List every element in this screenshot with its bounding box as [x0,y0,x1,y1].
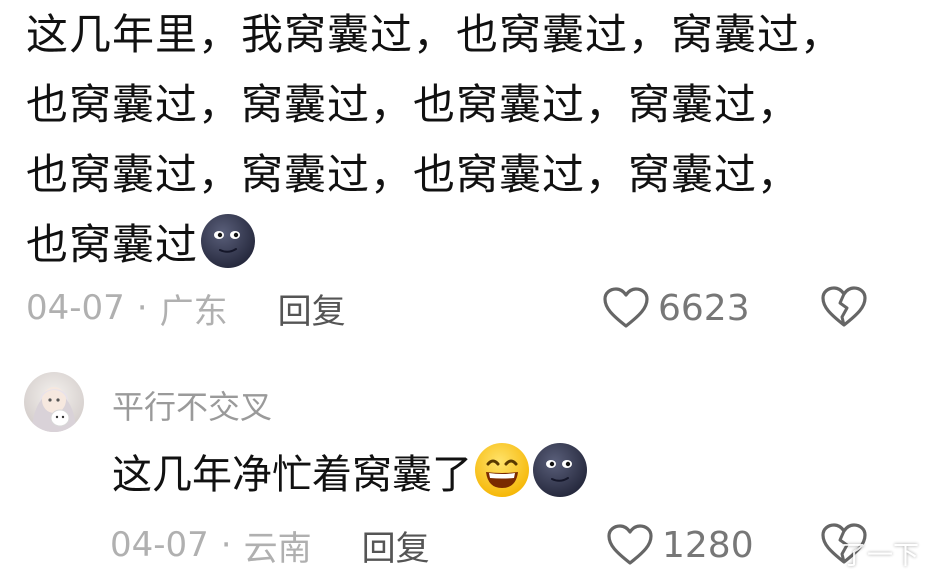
watermark-text: 了一下 [840,541,919,571]
comment-line: 也窝囊过，窝囊过，也窝囊过，窝囊过， [26,150,801,199]
meta-separator: · [136,288,148,328]
grinning-face-icon [475,443,529,497]
like-count: 6623 [658,287,750,329]
avatar[interactable] [24,372,84,432]
reply-button[interactable]: 回复 [362,521,430,570]
like-button[interactable]: 1280 [606,520,754,570]
new-moon-face-icon [201,214,256,268]
comment-text: 这几年里，我窝囊过，也窝囊过，窝囊过， 也窝囊过，窝囊过，也窝囊过，窝囊过， 也… [26,0,906,280]
comment-line-last: 也窝囊过 [26,210,906,280]
comment-line: 也窝囊过，窝囊过，也窝囊过，窝囊过， [26,80,801,129]
reply-location: 云南 [243,528,312,569]
comment-line-text: 也窝囊过 [26,220,199,269]
new-moon-face-icon [533,443,587,497]
reply-text-content: 这几年净忙着窝囊了 [112,452,472,498]
heart-icon [607,524,653,565]
heart-icon [603,287,649,328]
like-count: 1280 [662,524,754,566]
avatar-image [24,372,84,432]
reply-text: 这几年净忙着窝囊了 [112,442,588,505]
comment-meta: 04-07 · 广东 回复 [26,283,346,333]
reply-meta: 04-07 · 云南 回复 [110,520,430,570]
comment-location: 广东 [159,291,228,332]
reply-button[interactable]: 回复 [278,284,346,333]
broken-heart-icon[interactable] [820,285,868,329]
comment-date: 04-07 [26,288,125,328]
reply-date: 04-07 [110,525,209,565]
like-button[interactable]: 6623 [602,283,750,333]
meta-separator: · [220,525,232,565]
reply-username[interactable]: 平行不交叉 [112,382,272,428]
comment-line: 这几年里，我窝囊过，也窝囊过，窝囊过， [26,10,844,59]
